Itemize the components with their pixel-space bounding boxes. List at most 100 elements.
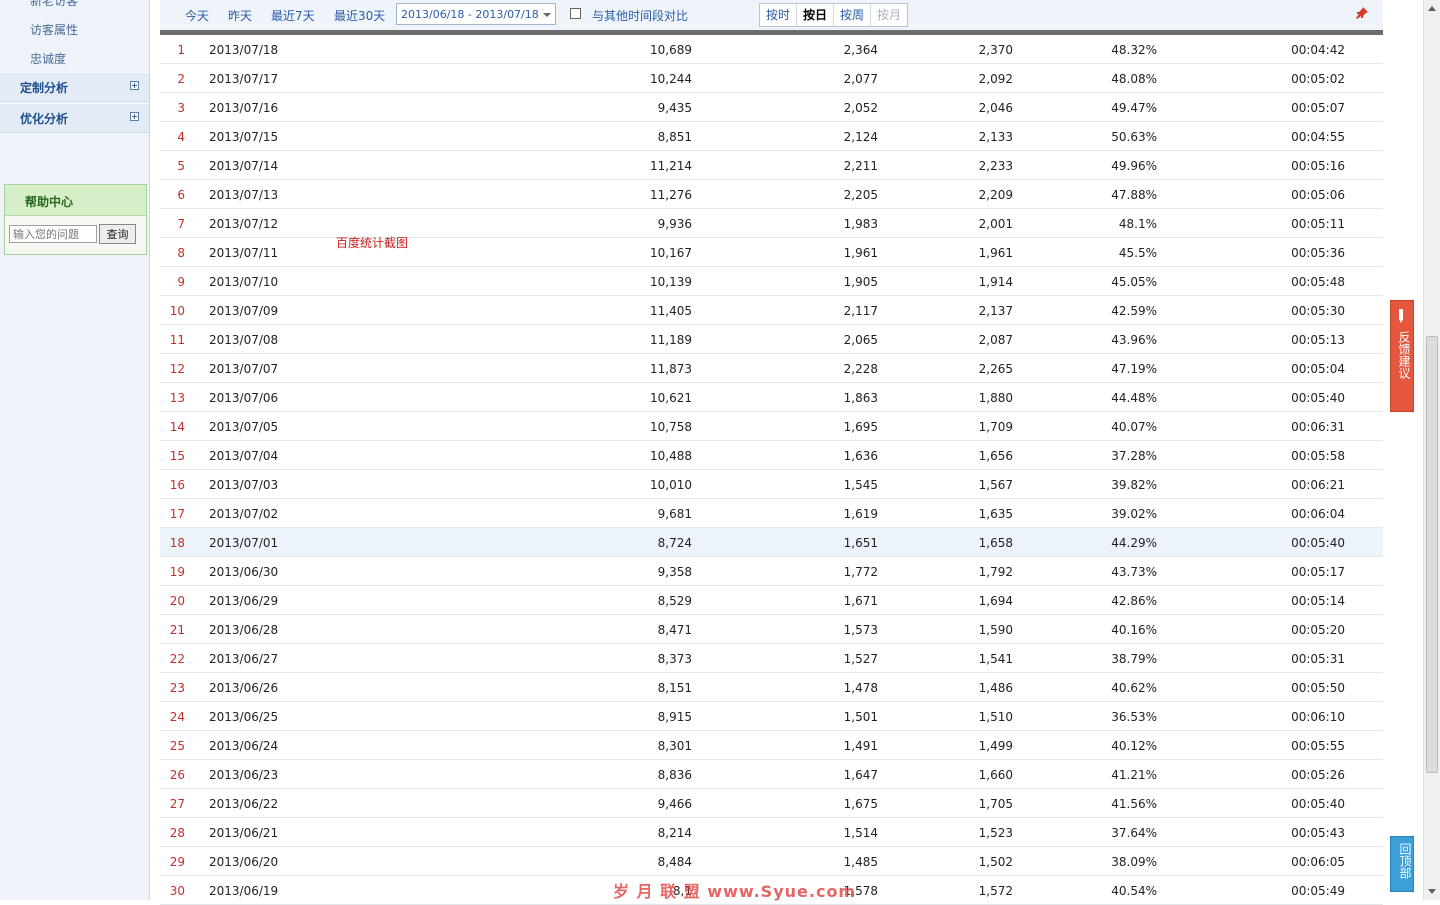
table-row[interactable]: 12 2013/07/07 11,873 2,228 2,265 47.19% 00:05:… [160, 354, 1383, 383]
table-row[interactable]: 29 2013/06/20 8,484 1,485 1,502 38.09% 00:06:0… [160, 847, 1383, 876]
table-row[interactable]: 2 2013/07/17 10,244 2,077 2,092 48.08% 00:05:0… [160, 64, 1383, 93]
compare-label[interactable]: 与其他时间段对比 [592, 7, 688, 24]
row-avg-duration: 00:05:20 [1291, 623, 1345, 637]
row-visitors: 2,228 [843, 362, 878, 376]
row-date: 2013/07/02 [209, 507, 279, 521]
row-pageviews: 11,189 [650, 333, 692, 347]
row-pageviews: 8,214 [657, 826, 692, 840]
expand-plus-icon[interactable] [130, 112, 139, 121]
granularity-hour-button[interactable]: 按时 [760, 4, 798, 26]
sidebar-item-visitor-attributes[interactable]: 访客属性 [30, 21, 78, 38]
feedback-tab[interactable]: 反馈建议 [1390, 300, 1414, 412]
row-visitors: 2,065 [843, 333, 878, 347]
table-row[interactable]: 27 2013/06/22 9,466 1,675 1,705 41.56% 00:05:4… [160, 789, 1383, 818]
row-index: 6 [177, 188, 185, 202]
row-ip-count: 2,370 [978, 43, 1013, 57]
row-avg-duration: 00:05:17 [1291, 565, 1345, 579]
row-bounce-rate: 49.96% [1111, 159, 1157, 173]
sidebar-section-optimization-analysis[interactable]: 优化分析 [0, 103, 149, 133]
row-date: 2013/07/14 [209, 159, 279, 173]
row-date: 2013/06/30 [209, 565, 279, 579]
back-to-top-tab[interactable]: 回顶部 [1390, 836, 1414, 892]
granularity-week-button[interactable]: 按周 [834, 4, 872, 26]
range-yesterday-link[interactable]: 昨天 [228, 7, 252, 24]
table-row[interactable]: 9 2013/07/10 10,139 1,905 1,914 45.05% 00:05:4… [160, 267, 1383, 296]
vertical-scrollbar[interactable] [1423, 0, 1440, 900]
row-avg-duration: 00:06:04 [1291, 507, 1345, 521]
row-index: 5 [177, 159, 185, 173]
range-today-link[interactable]: 今天 [185, 7, 209, 24]
row-index: 21 [169, 623, 185, 637]
table-row[interactable]: 15 2013/07/04 10,488 1,636 1,656 37.28% 00:05:… [160, 441, 1383, 470]
row-avg-duration: 00:05:16 [1291, 159, 1345, 173]
row-visitors: 2,364 [843, 43, 878, 57]
row-date: 2013/07/01 [209, 536, 279, 550]
row-ip-count: 1,961 [978, 246, 1013, 260]
row-date: 2013/07/15 [209, 130, 279, 144]
row-date: 2013/06/29 [209, 594, 279, 608]
table-row[interactable]: 24 2013/06/25 8,915 1,501 1,510 36.53% 00:06:1… [160, 702, 1383, 731]
row-index: 9 [177, 275, 185, 289]
sidebar-item-loyalty[interactable]: 忠诚度 [30, 50, 66, 67]
table-row[interactable]: 14 2013/07/05 10,758 1,695 1,709 40.07% 00:06:… [160, 412, 1383, 441]
scroll-up-arrow-icon[interactable] [1424, 0, 1440, 17]
row-ip-count: 2,092 [978, 72, 1013, 86]
row-ip-count: 2,133 [978, 130, 1013, 144]
table-row[interactable]: 11 2013/07/08 11,189 2,065 2,087 43.96% 00:05:… [160, 325, 1383, 354]
row-pageviews: 8,915 [657, 710, 692, 724]
row-index: 8 [177, 246, 185, 260]
compare-checkbox[interactable] [570, 8, 581, 19]
row-date: 2013/07/12 [209, 217, 279, 231]
table-row[interactable]: 22 2013/06/27 8,373 1,527 1,541 38.79% 00:05:3… [160, 644, 1383, 673]
scroll-down-arrow-icon[interactable] [1424, 883, 1440, 900]
expand-plus-icon[interactable] [130, 81, 139, 90]
table-row[interactable]: 4 2013/07/15 8,851 2,124 2,133 50.63% 00:04:55 [160, 122, 1383, 151]
row-bounce-rate: 40.62% [1111, 681, 1157, 695]
granularity-day-button[interactable]: 按日 [797, 4, 835, 26]
table-row[interactable]: 16 2013/07/03 10,010 1,545 1,567 39.82% 00:06:… [160, 470, 1383, 499]
help-search-button[interactable]: 查询 [99, 224, 136, 244]
scroll-thumb[interactable] [1426, 336, 1438, 773]
row-index: 18 [169, 536, 185, 550]
row-pageviews: 10,621 [650, 391, 692, 405]
table-row[interactable]: 5 2013/07/14 11,214 2,211 2,233 49.96% 00:05:1… [160, 151, 1383, 180]
table-row[interactable]: 23 2013/06/26 8,151 1,478 1,486 40.62% 00:05:5… [160, 673, 1383, 702]
row-pageviews: 10,139 [650, 275, 692, 289]
table-row[interactable]: 1 2013/07/18 10,689 2,364 2,370 48.32% 00:04:4… [160, 35, 1383, 64]
row-pageviews: 10,167 [650, 246, 692, 260]
row-avg-duration: 00:05:40 [1291, 797, 1345, 811]
row-avg-duration: 00:05:13 [1291, 333, 1345, 347]
row-avg-duration: 00:05:43 [1291, 826, 1345, 840]
row-avg-duration: 00:05:26 [1291, 768, 1345, 782]
row-pageviews: 9,466 [657, 797, 692, 811]
pin-icon[interactable] [1355, 6, 1369, 20]
row-ip-count: 1,502 [978, 855, 1013, 869]
row-date: 2013/07/06 [209, 391, 279, 405]
table-row[interactable]: 20 2013/06/29 8,529 1,671 1,694 42.86% 00:05:1… [160, 586, 1383, 615]
table-row[interactable]: 17 2013/07/02 9,681 1,619 1,635 39.02% 00:06:0… [160, 499, 1383, 528]
table-row[interactable]: 26 2013/06/23 8,836 1,647 1,660 41.21% 00:05:2… [160, 760, 1383, 789]
range-last30-link[interactable]: 最近30天 [334, 7, 385, 24]
date-range-value: 2013/06/18 - 2013/07/18 [401, 8, 539, 21]
table-row[interactable]: 19 2013/06/30 9,358 1,772 1,792 43.73% 00:05:1… [160, 557, 1383, 586]
help-search-input[interactable] [9, 225, 97, 243]
row-pageviews: 8,301 [657, 739, 692, 753]
row-avg-duration: 00:05:55 [1291, 739, 1345, 753]
help-center-header: 帮助中心 [5, 185, 146, 216]
date-range-picker[interactable]: 2013/06/18 - 2013/07/18 [396, 3, 556, 25]
row-visitors: 2,205 [843, 188, 878, 202]
table-row[interactable]: 25 2013/06/24 8,301 1,491 1,499 40.12% 00:05:5… [160, 731, 1383, 760]
row-index: 14 [169, 420, 185, 434]
table-row[interactable]: 13 2013/07/06 10,621 1,863 1,880 44.48% 00:05:… [160, 383, 1383, 412]
sidebar-section-custom-analysis[interactable]: 定制分析 [0, 72, 149, 102]
table-row[interactable]: 3 2013/07/16 9,435 2,052 2,046 49.47% 00:05:07 [160, 93, 1383, 122]
row-ip-count: 1,572 [978, 884, 1013, 898]
table-row[interactable]: 6 2013/07/13 11,276 2,205 2,209 47.88% 00:05:0… [160, 180, 1383, 209]
table-row[interactable]: 21 2013/06/28 8,471 1,573 1,590 40.16% 00:05:2… [160, 615, 1383, 644]
range-last7-link[interactable]: 最近7天 [271, 7, 315, 24]
screenshot-caption: 百度统计截图 [336, 236, 409, 250]
sidebar-item-new-old-visitors[interactable]: 新老访客 [30, 0, 78, 9]
table-row[interactable]: 18 2013/07/01 8,724 1,651 1,658 44.29% 00:05:4… [160, 528, 1383, 557]
table-row[interactable]: 28 2013/06/21 8,214 1,514 1,523 37.64% 00:05:4… [160, 818, 1383, 847]
table-row[interactable]: 10 2013/07/09 11,405 2,117 2,137 42.59% 00:05:… [160, 296, 1383, 325]
